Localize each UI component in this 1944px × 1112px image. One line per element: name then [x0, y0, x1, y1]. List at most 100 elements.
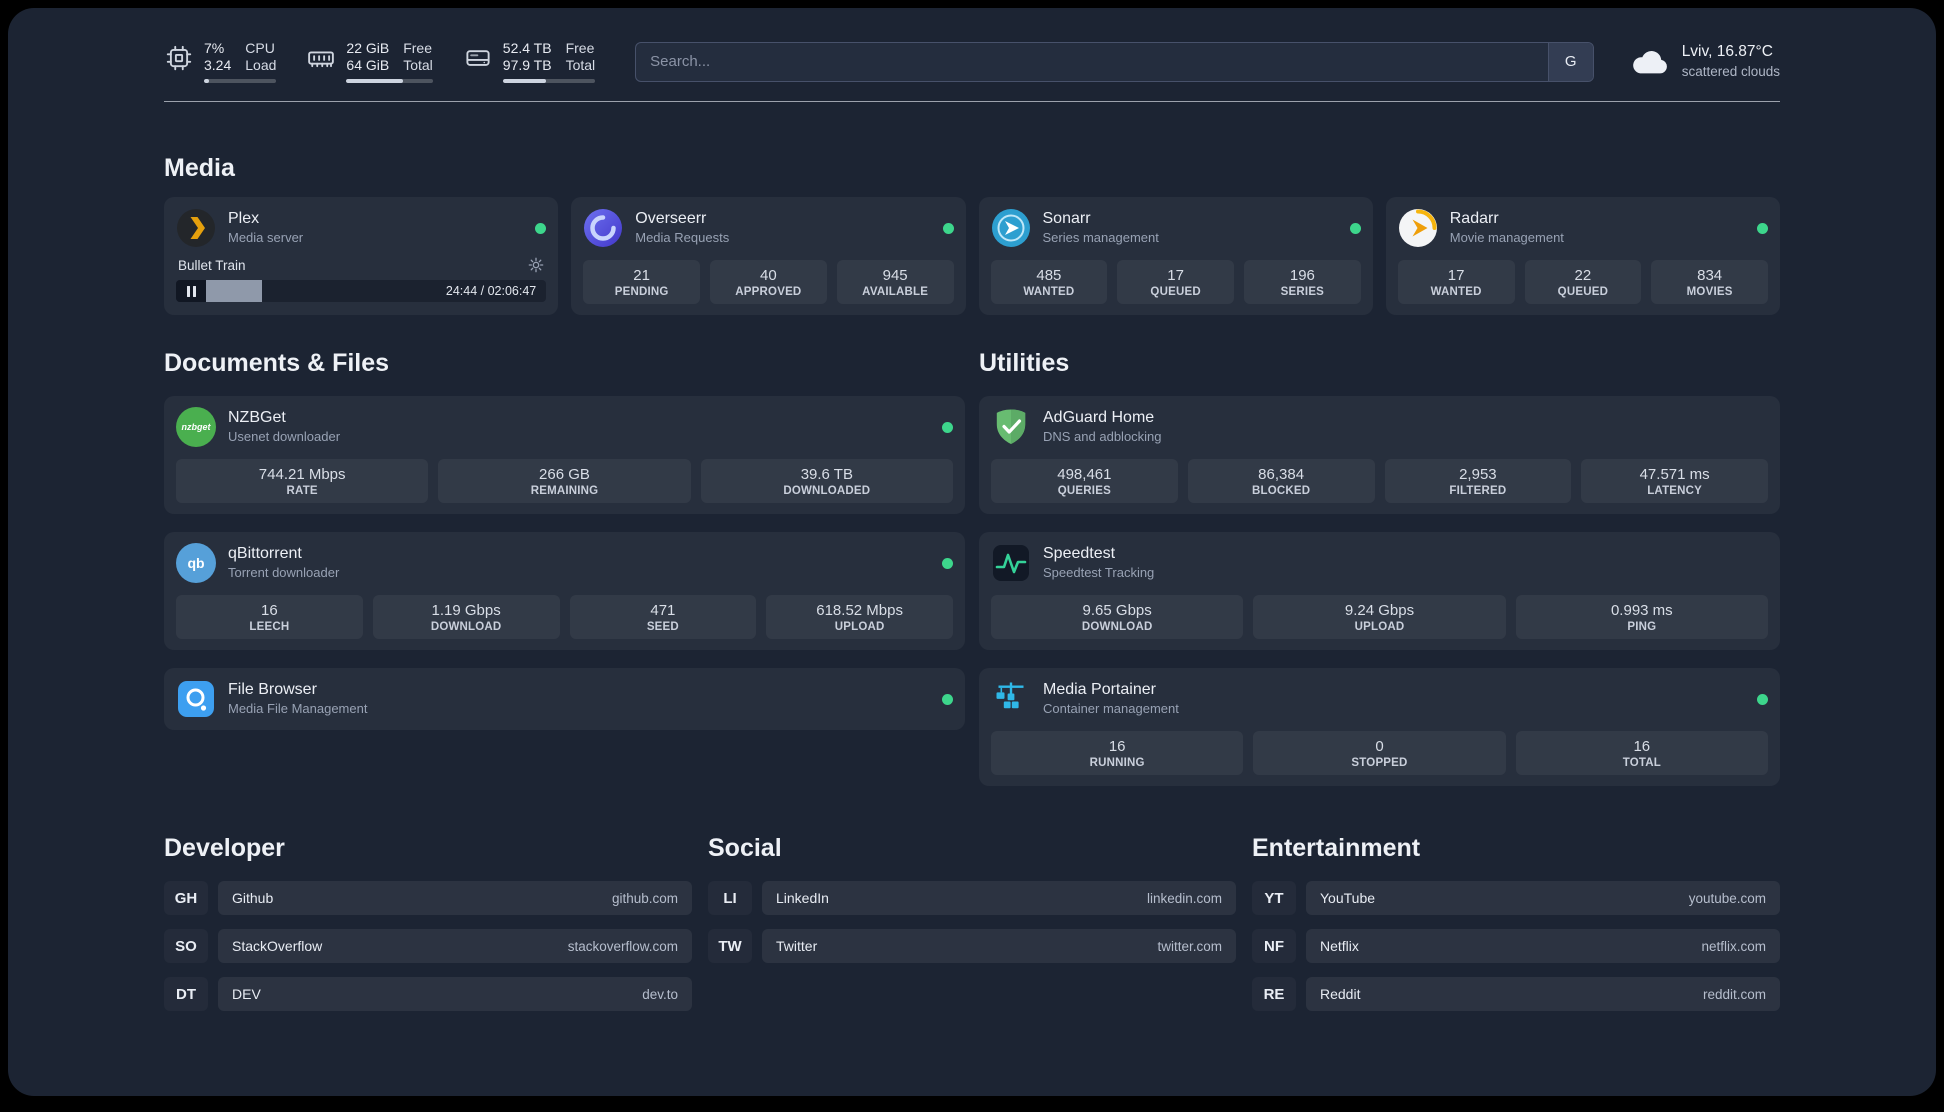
overseerr-icon	[584, 209, 623, 247]
stat-queued: 17 QUEUED	[1117, 260, 1234, 304]
portainer-card[interactable]: Media Portainer Container management 16 …	[979, 668, 1780, 786]
plex-icon	[177, 209, 215, 247]
weather-widget: Lviv, 16.87°C scattered clouds	[1628, 41, 1780, 83]
adguard-card[interactable]: AdGuard Home DNS and adblocking 498,461 …	[979, 396, 1780, 514]
stat-label: QUEUED	[1150, 286, 1201, 298]
bookmark-github[interactable]: GH Github github.com	[164, 881, 692, 915]
memory-widget: 22 GiB 64 GiB Free Total	[306, 40, 433, 83]
plex-progress-bar[interactable]: 24:44 / 02:06:47	[176, 280, 547, 302]
bookmark-abbr: DT	[164, 977, 208, 1011]
disk-total-label: Total	[565, 57, 596, 73]
pause-button[interactable]	[176, 280, 206, 302]
stat-filtered: 2,953 FILTERED	[1384, 459, 1572, 503]
filebrowser-icon	[178, 681, 214, 717]
stat-leech: 16 LEECH	[176, 595, 363, 639]
topbar-divider	[164, 101, 1780, 102]
search-input[interactable]	[636, 42, 1548, 81]
stat-value: 266 GB	[539, 466, 590, 483]
stat-label: DOWNLOAD	[430, 621, 502, 633]
service-subtitle: Media File Management	[228, 701, 368, 716]
bookmark-youtube[interactable]: YT YouTube youtube.com	[1252, 881, 1780, 915]
stat-label: QUERIES	[1057, 485, 1111, 497]
stat-value: 9.65 Gbps	[1082, 602, 1152, 619]
stat-label: WANTED	[1023, 286, 1075, 298]
stat-value: 618.52 Mbps	[816, 602, 903, 619]
qbittorrent-card[interactable]: qb qBittorrent Torrent downloader 16 LEE…	[164, 532, 965, 650]
bookmark-abbr: YT	[1252, 881, 1296, 915]
sonarr-card[interactable]: Sonarr Series management 485 WANTED 17 Q…	[978, 197, 1373, 315]
utilities-section: Utilities AdGuard Home DNS and adblockin…	[979, 349, 1780, 786]
stat-label: UPLOAD	[1354, 621, 1405, 633]
disk-free-label: Free	[565, 40, 595, 56]
bookmarks-entertainment: Entertainment YT YouTube youtube.com NF …	[1252, 834, 1780, 1025]
cloud-icon	[1632, 50, 1667, 73]
bookmark-abbr: RE	[1252, 977, 1296, 1011]
bookmark-abbr: NF	[1252, 929, 1296, 963]
speedtest-icon	[993, 545, 1029, 581]
bookmark-twitter[interactable]: TW Twitter twitter.com	[708, 929, 1236, 963]
status-dot	[1757, 222, 1768, 234]
service-name: Radarr	[1449, 210, 1499, 227]
disk-usage-bar	[502, 79, 596, 83]
stat-label: REMAINING	[530, 485, 599, 497]
service-subtitle: Media Requests	[635, 230, 730, 245]
bookmark-name: YouTube	[1320, 890, 1376, 906]
stat-value: 21	[633, 267, 650, 284]
stat-value: 47.571 ms	[1639, 466, 1710, 483]
media-section: Media Plex Media server Bullet Train 24:…	[164, 154, 1780, 315]
stat-value: 9.24 Gbps	[1344, 602, 1415, 619]
plex-now-playing: Bullet Train	[178, 257, 246, 273]
memory-readout: 22 GiB 64 GiB Free Total	[346, 40, 433, 83]
radarr-card[interactable]: Radarr Movie management 17 WANTED 22 QUE…	[1385, 197, 1780, 315]
stat-latency: 47.571 ms LATENCY	[1581, 459, 1768, 503]
stat-label: DOWNLOADED	[783, 485, 871, 497]
bookmark-dev[interactable]: DT DEV dev.to	[164, 977, 692, 1011]
stat-value: 471	[650, 602, 676, 619]
filebrowser-card[interactable]: File Browser Media File Management	[164, 668, 965, 730]
memory-free-value: 22 GiB	[346, 40, 390, 56]
stat-label: QUEUED	[1557, 286, 1609, 298]
bookmark-abbr: SO	[164, 929, 208, 963]
stat-label: TOTAL	[1622, 757, 1661, 769]
plex-card[interactable]: Plex Media server Bullet Train 24:44 / 0…	[164, 197, 559, 315]
memory-total-label: Total	[403, 57, 433, 73]
overseerr-card[interactable]: Overseerr Media Requests 21 PENDING 40 A…	[571, 197, 966, 315]
nzbget-icon: nzbget	[176, 407, 216, 447]
disk-usage-bar-fill	[502, 79, 547, 83]
service-name: AdGuard Home	[1043, 409, 1155, 426]
stat-value: 16	[1108, 738, 1126, 755]
stat-running: 16 RUNNING	[991, 731, 1244, 775]
nzbget-card[interactable]: nzbget NZBGet Usenet downloader 744.21 M…	[164, 396, 965, 514]
cpu-usage-value: 7%	[204, 40, 225, 56]
adguard-icon	[996, 409, 1026, 444]
bookmark-stackoverflow[interactable]: SO StackOverflow stackoverflow.com	[164, 929, 692, 963]
disk-icon	[466, 50, 490, 66]
service-subtitle: Torrent downloader	[228, 565, 340, 580]
plex-playback-time: 24:44 / 02:06:47	[445, 284, 537, 298]
stat-label: APPROVED	[735, 286, 802, 298]
stat-label: MOVIES	[1686, 286, 1733, 298]
speedtest-card[interactable]: Speedtest Speedtest Tracking 9.65 Gbps D…	[979, 532, 1780, 650]
service-name: File Browser	[228, 681, 317, 698]
service-subtitle: Series management	[1042, 230, 1159, 245]
bookmark-linkedin[interactable]: LI LinkedIn linkedin.com	[708, 881, 1236, 915]
stat-label: WANTED	[1430, 286, 1482, 298]
bookmarks-social: Social LI LinkedIn linkedin.com TW Twitt…	[708, 834, 1236, 1025]
cpu-load-value: 3.24	[204, 57, 232, 73]
bookmark-url: stackoverflow.com	[567, 938, 678, 954]
bookmark-netflix[interactable]: NF Netflix netflix.com	[1252, 929, 1780, 963]
stat-label: SERIES	[1280, 286, 1325, 298]
weather-condition: scattered clouds	[1681, 63, 1780, 79]
status-dot	[1757, 693, 1768, 705]
service-subtitle: Movie management	[1449, 230, 1564, 245]
stat-queued: 22 QUEUED	[1524, 260, 1642, 304]
stat-movies: 834 MOVIES	[1651, 260, 1768, 304]
stat-download: 9.65 Gbps DOWNLOAD	[991, 595, 1244, 639]
stat-rate: 744.21 Mbps RATE	[176, 459, 429, 503]
bookmark-url: twitter.com	[1157, 938, 1222, 954]
bookmark-name: StackOverflow	[232, 938, 323, 954]
gear-icon[interactable]	[528, 257, 544, 273]
topbar: 7% 3.24 CPU Load 22 GiB 64 GiB Free Tota…	[164, 40, 1780, 83]
search-provider-button[interactable]: G	[1547, 42, 1593, 81]
bookmark-reddit[interactable]: RE Reddit reddit.com	[1252, 977, 1780, 1011]
